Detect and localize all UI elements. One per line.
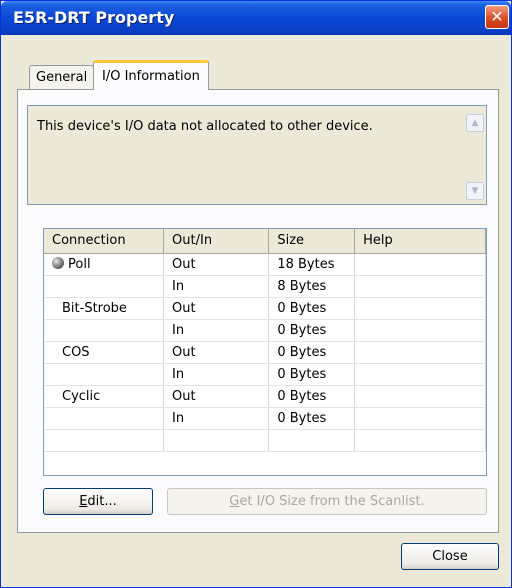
direction-cell: In xyxy=(163,319,270,342)
property-dialog: E5R-DRT Property ✕ General I/O Informati… xyxy=(0,0,512,588)
scroll-up-icon[interactable]: ▲ xyxy=(466,114,484,132)
direction-cell: Out xyxy=(163,385,270,408)
help-cell xyxy=(354,297,486,320)
get-io-size-button[interactable]: Get I/O Size from the Scanlist. xyxy=(167,488,487,515)
help-cell xyxy=(354,363,486,386)
help-cell xyxy=(354,407,486,430)
scroll-down-icon[interactable]: ▼ xyxy=(466,182,484,200)
column-header-connection[interactable]: Connection xyxy=(44,229,165,254)
direction-cell: Out xyxy=(163,253,270,276)
size-cell: 0 Bytes xyxy=(268,385,356,408)
column-header-out-in[interactable]: Out/In xyxy=(163,229,270,254)
size-cell: 0 Bytes xyxy=(268,407,356,430)
close-button[interactable]: Close xyxy=(401,543,499,570)
table-row[interactable]: Cyclic Out 0 Bytes xyxy=(44,385,486,408)
size-cell: 8 Bytes xyxy=(268,275,356,298)
connection-cell: Cyclic xyxy=(44,385,165,408)
size-cell: 0 Bytes xyxy=(268,319,356,342)
help-cell xyxy=(354,275,486,298)
tab-general-label: General xyxy=(36,70,88,85)
connection-cell: COS xyxy=(44,341,165,364)
tab-io-information[interactable]: I/O Information xyxy=(93,60,209,90)
message-scrollbar[interactable]: ▲ ▼ xyxy=(466,114,484,200)
connection-label: Poll xyxy=(68,256,91,272)
help-cell xyxy=(354,341,486,364)
table-row[interactable]: Poll Out 18 Bytes xyxy=(44,253,486,276)
connection-cell: Bit-Strobe xyxy=(44,297,165,320)
help-cell xyxy=(354,319,486,342)
help-cell xyxy=(354,385,486,408)
help-cell xyxy=(354,253,486,276)
size-cell: 0 Bytes xyxy=(268,363,356,386)
edit-button[interactable]: Edit... xyxy=(43,488,153,515)
connection-cell xyxy=(44,319,165,342)
connection-cell: Poll xyxy=(44,253,165,276)
io-connection-table: Connection Out/In Size Help Poll Out 18 … xyxy=(43,228,487,476)
size-cell: 0 Bytes xyxy=(268,297,356,320)
table-row[interactable]: COS Out 0 Bytes xyxy=(44,341,486,364)
table-row-empty xyxy=(44,429,486,452)
table-row[interactable]: In 8 Bytes xyxy=(44,275,486,298)
column-header-help[interactable]: Help xyxy=(354,229,486,254)
direction-cell: In xyxy=(163,275,270,298)
io-message-box[interactable]: This device's I/O data not allocated to … xyxy=(27,105,487,205)
poll-icon xyxy=(52,256,64,269)
size-cell: 18 Bytes xyxy=(268,253,356,276)
table-row[interactable]: In 0 Bytes xyxy=(44,407,486,430)
window-title: E5R-DRT Property xyxy=(13,8,175,27)
io-message-text: This device's I/O data not allocated to … xyxy=(37,119,373,134)
direction-cell: Out xyxy=(163,341,270,364)
table-row[interactable]: In 0 Bytes xyxy=(44,363,486,386)
connection-cell xyxy=(44,275,165,298)
direction-cell: In xyxy=(163,363,270,386)
tab-general[interactable]: General xyxy=(29,65,95,89)
direction-cell: In xyxy=(163,407,270,430)
tab-io-information-label: I/O Information xyxy=(102,69,200,84)
close-icon[interactable]: ✕ xyxy=(485,5,509,29)
table-row[interactable]: In 0 Bytes xyxy=(44,319,486,342)
size-cell: 0 Bytes xyxy=(268,341,356,364)
connection-cell xyxy=(44,363,165,386)
table-row[interactable]: Bit-Strobe Out 0 Bytes xyxy=(44,297,486,320)
title-bar[interactable]: E5R-DRT Property ✕ xyxy=(1,1,511,35)
connection-cell xyxy=(44,407,165,430)
table-header-row: Connection Out/In Size Help xyxy=(44,229,486,254)
column-header-size[interactable]: Size xyxy=(268,229,356,254)
direction-cell: Out xyxy=(163,297,270,320)
